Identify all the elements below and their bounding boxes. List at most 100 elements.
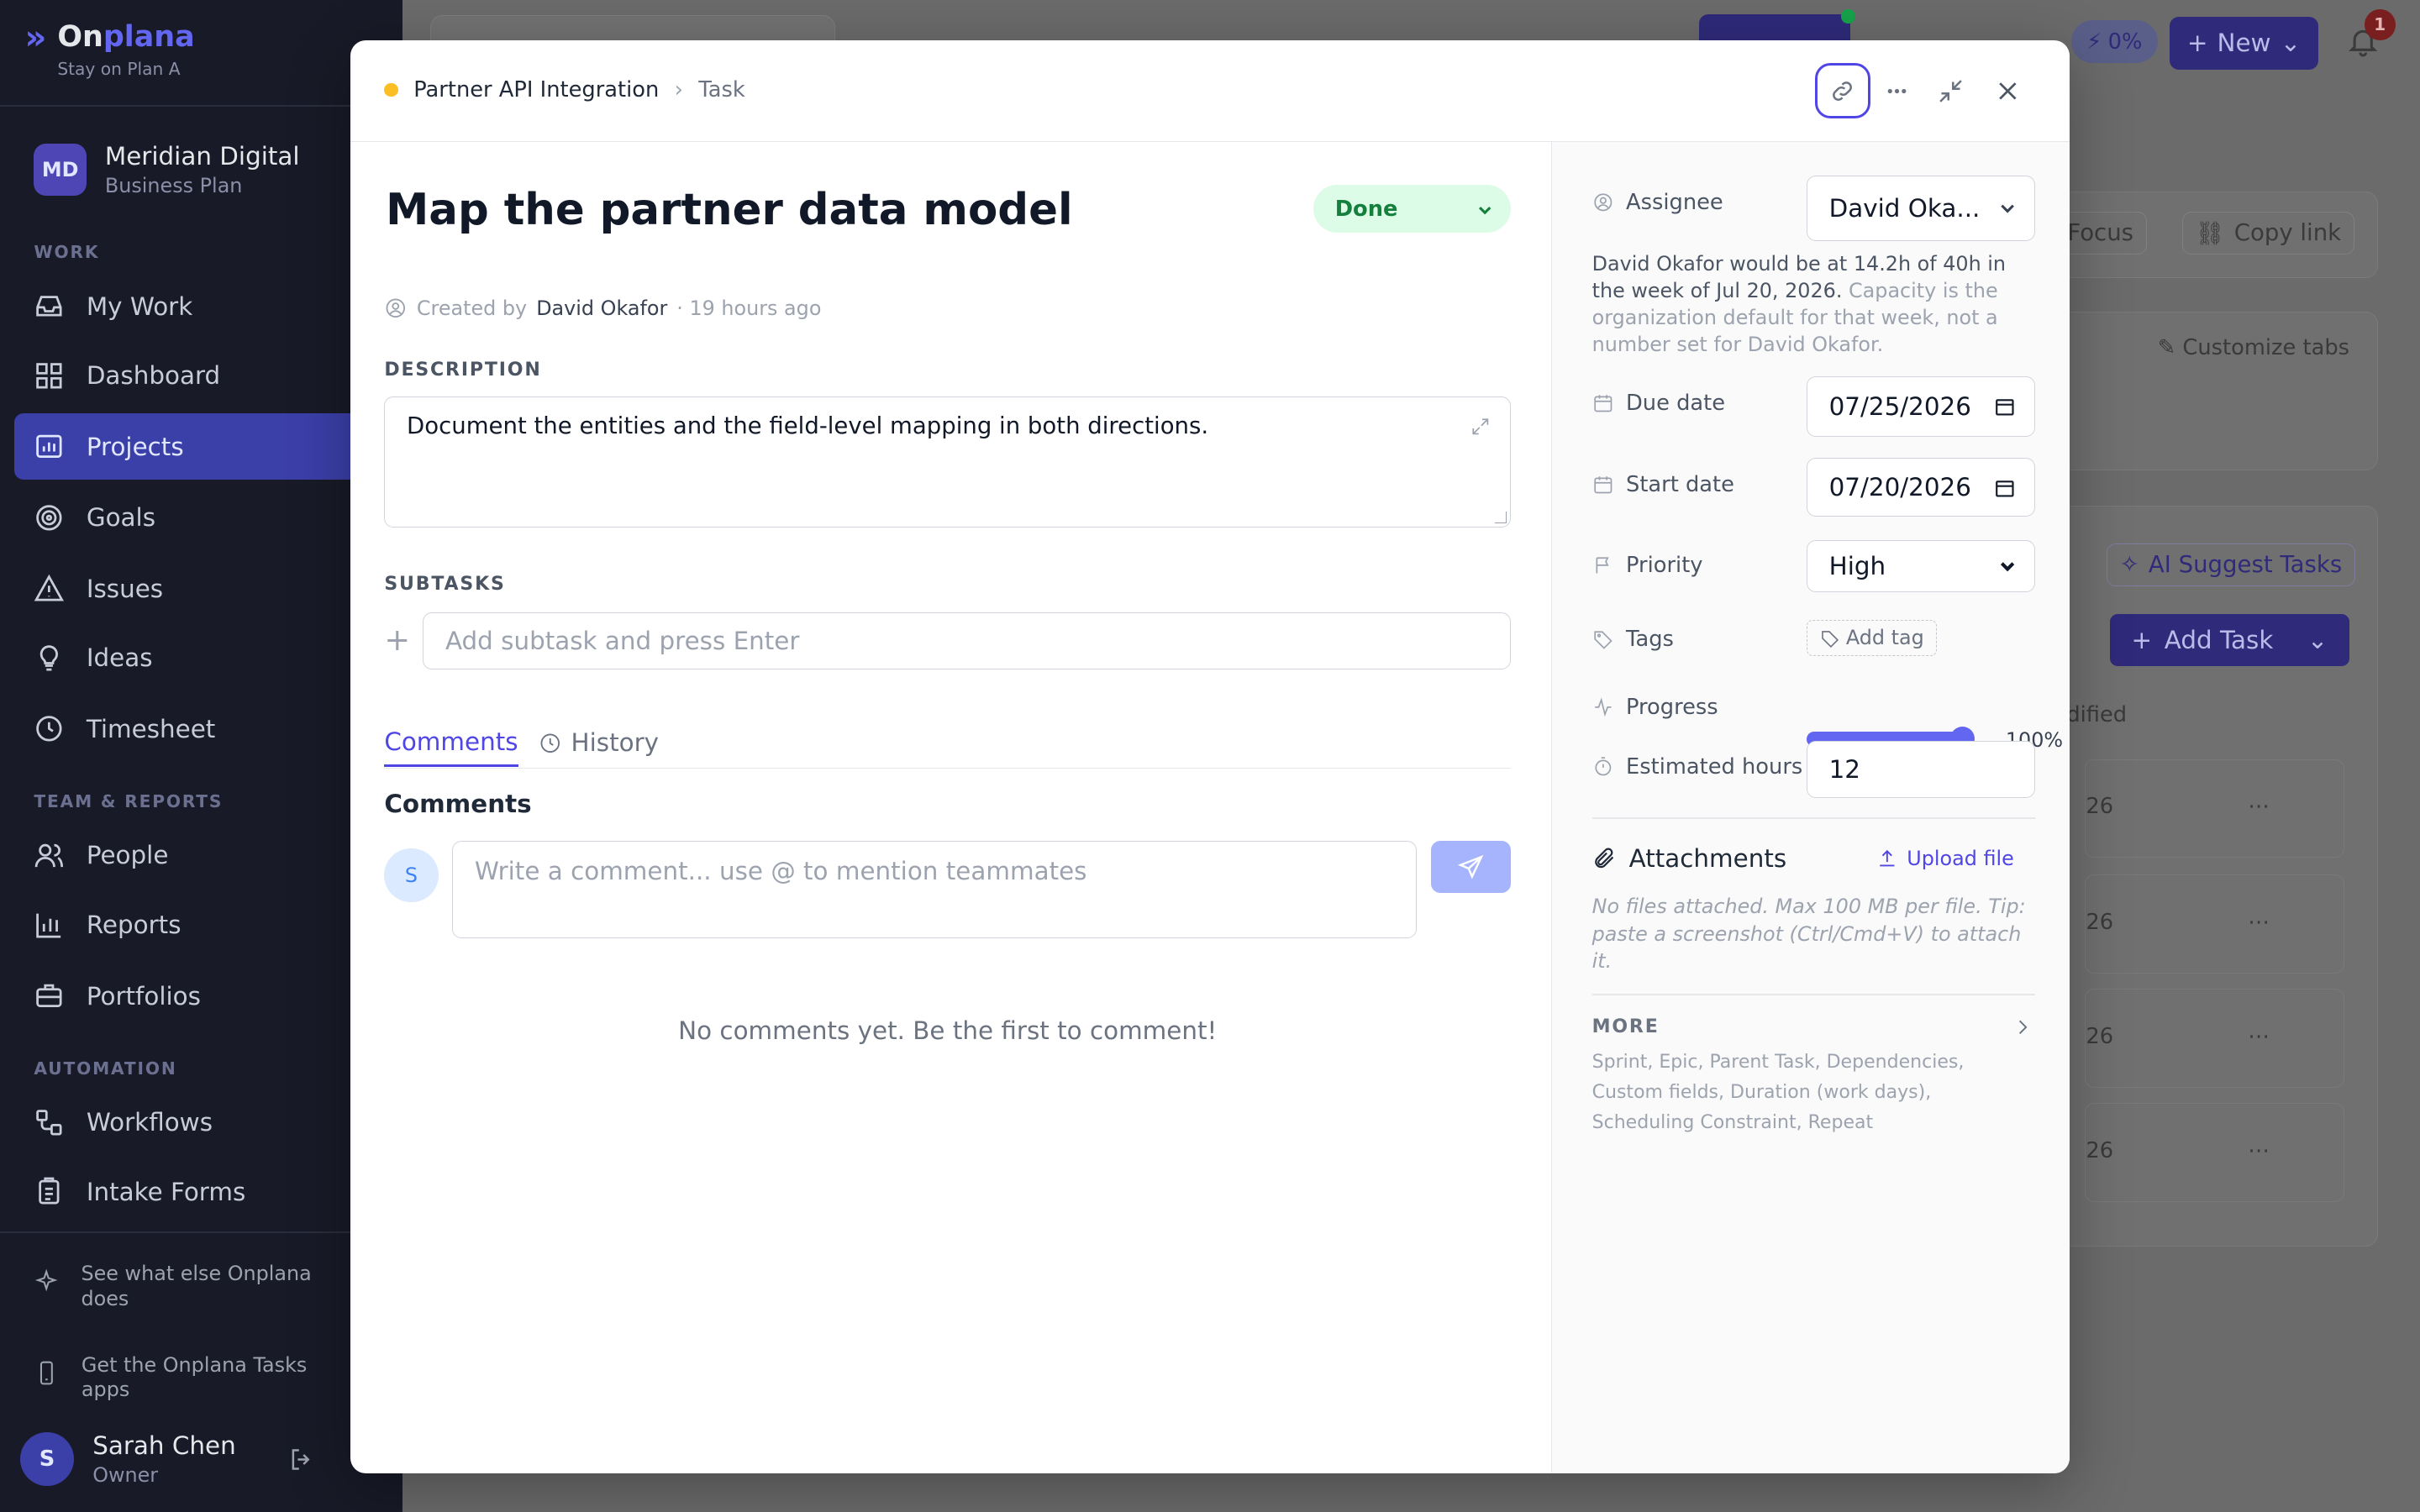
sidebar-divider: [0, 104, 403, 107]
comments-heading: Comments: [384, 790, 532, 819]
modified-column-header[interactable]: dified: [2066, 702, 2127, 727]
sidebar-item-reports[interactable]: Reports: [14, 892, 403, 958]
ai-suggest-label: AI Suggest Tasks: [2148, 551, 2343, 579]
close-button[interactable]: [1980, 63, 2035, 118]
tab-history[interactable]: History: [539, 719, 659, 767]
table-row[interactable]: 26 ⋯: [2085, 874, 2344, 974]
current-user[interactable]: S Sarah Chen Owner: [19, 1431, 236, 1487]
ai-suggest-tasks-button[interactable]: ✧ AI Suggest Tasks: [2107, 543, 2355, 586]
tags-label-text: Tags: [1626, 626, 1674, 652]
org-plan: Business Plan: [104, 173, 243, 197]
sidebar-item-timesheet[interactable]: Timesheet: [14, 696, 403, 762]
clock-icon: [540, 733, 560, 753]
chevron-down-icon: ⌄: [2280, 29, 2302, 58]
due-date-value: 07/25/2026: [1828, 391, 1971, 421]
tab-comments[interactable]: Comments: [384, 719, 518, 767]
promo-get-apps[interactable]: Get the Onplana Tasks apps: [34, 1353, 342, 1403]
breadcrumb-project-link[interactable]: Partner API Integration: [413, 77, 659, 102]
sidebar-item-goals[interactable]: Goals: [14, 485, 403, 551]
sidebar-item-label: Ideas: [86, 643, 153, 673]
upload-file-button[interactable]: Upload file: [1876, 847, 2014, 870]
sidebar-item-dashboard[interactable]: Dashboard: [14, 343, 403, 409]
row-more-icon[interactable]: ⋯: [2248, 1024, 2270, 1049]
row-more-icon[interactable]: ⋯: [2248, 910, 2270, 935]
table-row[interactable]: 26 ⋯: [2085, 989, 2344, 1088]
priority-select[interactable]: High: [1806, 539, 2035, 593]
sidebar-item-portfolios[interactable]: Portfolios: [14, 963, 403, 1029]
estimated-hours-input[interactable]: 12: [1806, 740, 2035, 798]
estimated-hours-label-text: Estimated hours: [1626, 754, 1803, 780]
row-date: 26: [2086, 1023, 2114, 1049]
ai-usage-badge[interactable]: ⚡ 0%: [2070, 19, 2158, 64]
new-button[interactable]: + New ⌄: [2170, 17, 2318, 70]
chevron-down-icon: [2000, 562, 2014, 572]
inbox-icon: [34, 291, 65, 322]
row-date: 26: [2086, 794, 2114, 820]
add-tag-label: Add tag: [1845, 626, 1924, 650]
modal-header: Partner API Integration › Task: [350, 40, 2070, 142]
tag-icon: [1821, 630, 1839, 648]
pencil-icon: ✎: [2157, 334, 2183, 360]
calendar-icon[interactable]: [1994, 477, 2016, 499]
sidebar-item-intake-forms[interactable]: Intake Forms: [14, 1158, 403, 1225]
ai-usage-value: 0%: [2107, 29, 2143, 55]
tag-icon: [1593, 631, 1612, 649]
minimize-button[interactable]: [1923, 63, 1979, 118]
sidebar-item-label: People: [86, 841, 169, 870]
task-title[interactable]: Map the partner data model: [386, 185, 1072, 235]
section-label-work: WORK: [34, 242, 100, 263]
chevron-down-icon: [2000, 204, 2014, 213]
more-section-label[interactable]: MORE: [1592, 1016, 1660, 1037]
sidebar-item-workflows[interactable]: Workflows: [14, 1089, 403, 1156]
sidebar-item-my-work[interactable]: My Work: [14, 273, 403, 339]
clipboard-icon: [34, 1176, 65, 1207]
add-tag-button[interactable]: Add tag: [1806, 620, 1938, 656]
sidebar-item-issues[interactable]: Issues: [14, 555, 403, 622]
comment-input[interactable]: [452, 840, 1418, 938]
sparkle-icon: ✧: [2119, 551, 2139, 579]
add-task-button[interactable]: + Add Task ⌄: [2109, 614, 2350, 667]
sidebar-item-label: Issues: [86, 574, 164, 603]
sidebar-item-projects[interactable]: Projects: [13, 413, 403, 480]
add-task-label: Add Task: [2164, 626, 2274, 655]
org-name: Meridian Digital: [104, 141, 300, 171]
description-textarea[interactable]: Document the entities and the field-leve…: [384, 396, 1512, 528]
activity-tabs: Comments History: [384, 713, 1512, 769]
org-avatar: MD: [34, 143, 87, 197]
subtask-input[interactable]: [423, 612, 1512, 670]
send-comment-button[interactable]: [1430, 840, 1512, 894]
sidebar-item-label: Goals: [86, 503, 156, 533]
app-logo[interactable]: » Onplana Stay on Plan A: [24, 18, 194, 79]
start-date-input[interactable]: 07/20/2026: [1806, 458, 2035, 517]
promo-see-features[interactable]: See what else Onplana does: [34, 1262, 342, 1311]
section-label-team: TEAM & REPORTS: [34, 791, 224, 812]
new-label: New: [2217, 29, 2271, 58]
due-date-input[interactable]: 07/25/2026: [1806, 376, 2035, 437]
sidebar-item-ideas[interactable]: Ideas: [14, 625, 403, 691]
copy-link-button[interactable]: ⛓ Copy link: [2182, 211, 2354, 255]
description-label: DESCRIPTION: [384, 359, 542, 381]
copy-link-label: Copy link: [2233, 219, 2342, 247]
more-options-button[interactable]: [1869, 63, 1924, 118]
breadcrumb: Partner API Integration › Task: [384, 77, 745, 102]
status-dropdown[interactable]: Done: [1313, 185, 1512, 234]
divider: [1591, 817, 2035, 820]
org-switcher[interactable]: MD Meridian Digital Business Plan: [34, 141, 300, 197]
resize-handle[interactable]: [1494, 511, 1507, 524]
logout-button[interactable]: [287, 1446, 315, 1479]
customize-tabs-link[interactable]: ✎ Customize tabs: [2158, 335, 2349, 360]
sidebar-item-people[interactable]: People: [14, 822, 403, 889]
row-more-icon[interactable]: ⋯: [2248, 1138, 2270, 1163]
avatar: S: [19, 1432, 75, 1487]
calendar-icon[interactable]: [1994, 396, 2016, 417]
table-row[interactable]: 26 ⋯: [2085, 759, 2344, 858]
user-circle-icon: [386, 298, 406, 318]
more-toggle[interactable]: [2012, 1016, 2033, 1044]
assignee-select[interactable]: David Oka...: [1806, 176, 2035, 241]
copy-link-button[interactable]: [1814, 63, 1871, 119]
row-more-icon[interactable]: ⋯: [2248, 794, 2270, 819]
task-detail-modal: Partner API Integration › Task Map the p…: [350, 39, 2070, 1474]
table-row[interactable]: 26 ⋯: [2085, 1103, 2344, 1202]
expand-icon[interactable]: [1470, 416, 1491, 444]
row-date: 26: [2086, 1137, 2114, 1163]
